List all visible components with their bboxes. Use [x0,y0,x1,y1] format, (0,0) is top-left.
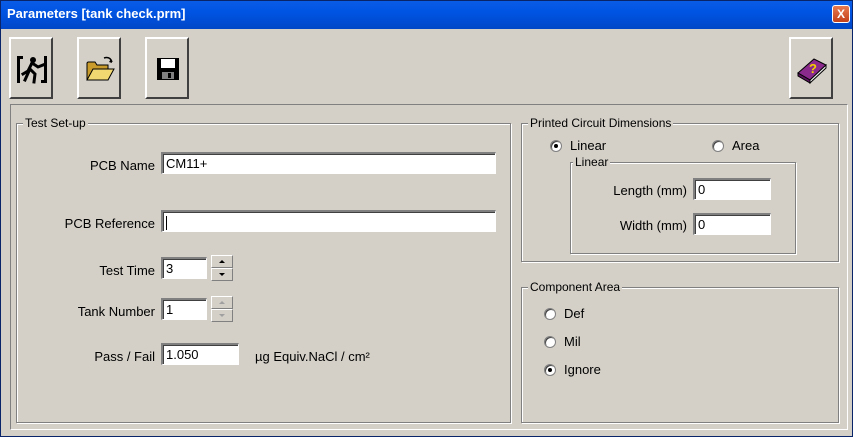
length-label: Length (mm) [613,183,687,198]
pcd-title: Printed Circuit Dimensions [528,116,674,130]
radio-def-dot [544,308,556,320]
tank-number-spinner[interactable] [211,296,233,322]
linear-subgroup: Linear Length (mm) 0 Width (mm) 0 [570,155,796,254]
test-setup-group: Test Set-up PCB Name CM11+ PCB Reference… [16,116,511,423]
parameters-window: Parameters [tank check.prm] X ? Test Set… [0,0,853,437]
radio-linear-dot [550,140,562,152]
test-time-down-button[interactable] [211,268,233,281]
radio-def[interactable]: Def [544,306,624,322]
close-button[interactable]: X [832,5,850,23]
radio-ignore-label: Ignore [564,362,601,377]
tank-number-down-button[interactable] [211,309,233,322]
pcb-name-label: PCB Name [89,158,155,173]
exit-button[interactable] [9,37,53,99]
arrow-down-icon [219,314,225,317]
pcb-reference-input[interactable] [161,210,496,232]
radio-mil-label: Mil [564,334,581,349]
arrow-up-icon [219,301,225,304]
tank-number-label: Tank Number [77,304,155,319]
pcb-name-input[interactable]: CM11+ [161,152,496,174]
open-button[interactable] [77,37,121,99]
window-title: Parameters [tank check.prm] [7,6,186,21]
pass-fail-input[interactable]: 1.050 [161,343,239,365]
save-button[interactable] [145,37,189,99]
arrow-down-icon [219,273,225,276]
component-area-title: Component Area [528,280,623,294]
length-input[interactable]: 0 [693,178,771,200]
test-time-input[interactable]: 3 [161,257,207,279]
radio-area[interactable]: Area [712,138,782,154]
client-area: Test Set-up PCB Name CM11+ PCB Reference… [10,104,848,430]
pcb-reference-label: PCB Reference [64,216,155,231]
radio-mil-dot [544,336,556,348]
svg-text:?: ? [809,61,817,76]
radio-ignore[interactable]: Ignore [544,362,624,378]
tank-number-input[interactable]: 1 [161,298,207,320]
radio-linear-label: Linear [570,138,607,153]
pass-fail-unit: µg Equiv.NaCl / cm² [255,349,370,364]
test-time-spinner[interactable] [211,255,233,281]
test-setup-title: Test Set-up [23,116,88,130]
text-caret [166,215,167,230]
radio-area-dot [712,140,724,152]
component-area-group: Component Area Def Mil Ignore [521,280,839,423]
radio-def-label: Def [564,306,585,321]
open-folder-icon [86,56,115,81]
tank-number-up-button[interactable] [211,296,233,309]
test-time-label: Test Time [99,263,155,278]
radio-ignore-dot [544,364,556,376]
width-label: Width (mm) [619,218,687,233]
radio-linear[interactable]: Linear [550,138,630,154]
help-button[interactable]: ? [789,37,833,99]
toolbar: ? [9,37,849,99]
exit-icon [17,56,47,84]
help-book-icon: ? [797,58,827,85]
radio-mil[interactable]: Mil [544,334,624,350]
pcd-group: Printed Circuit Dimensions Linear Area L… [521,116,839,262]
pass-fail-label: Pass / Fail [94,349,155,364]
linear-subgroup-title: Linear [573,155,611,169]
test-time-up-button[interactable] [211,255,233,268]
title-bar[interactable]: Parameters [tank check.prm] X [1,1,852,29]
width-input[interactable]: 0 [693,213,771,235]
radio-area-label: Area [732,138,760,153]
save-disk-icon [157,58,179,80]
arrow-up-icon [219,260,225,263]
